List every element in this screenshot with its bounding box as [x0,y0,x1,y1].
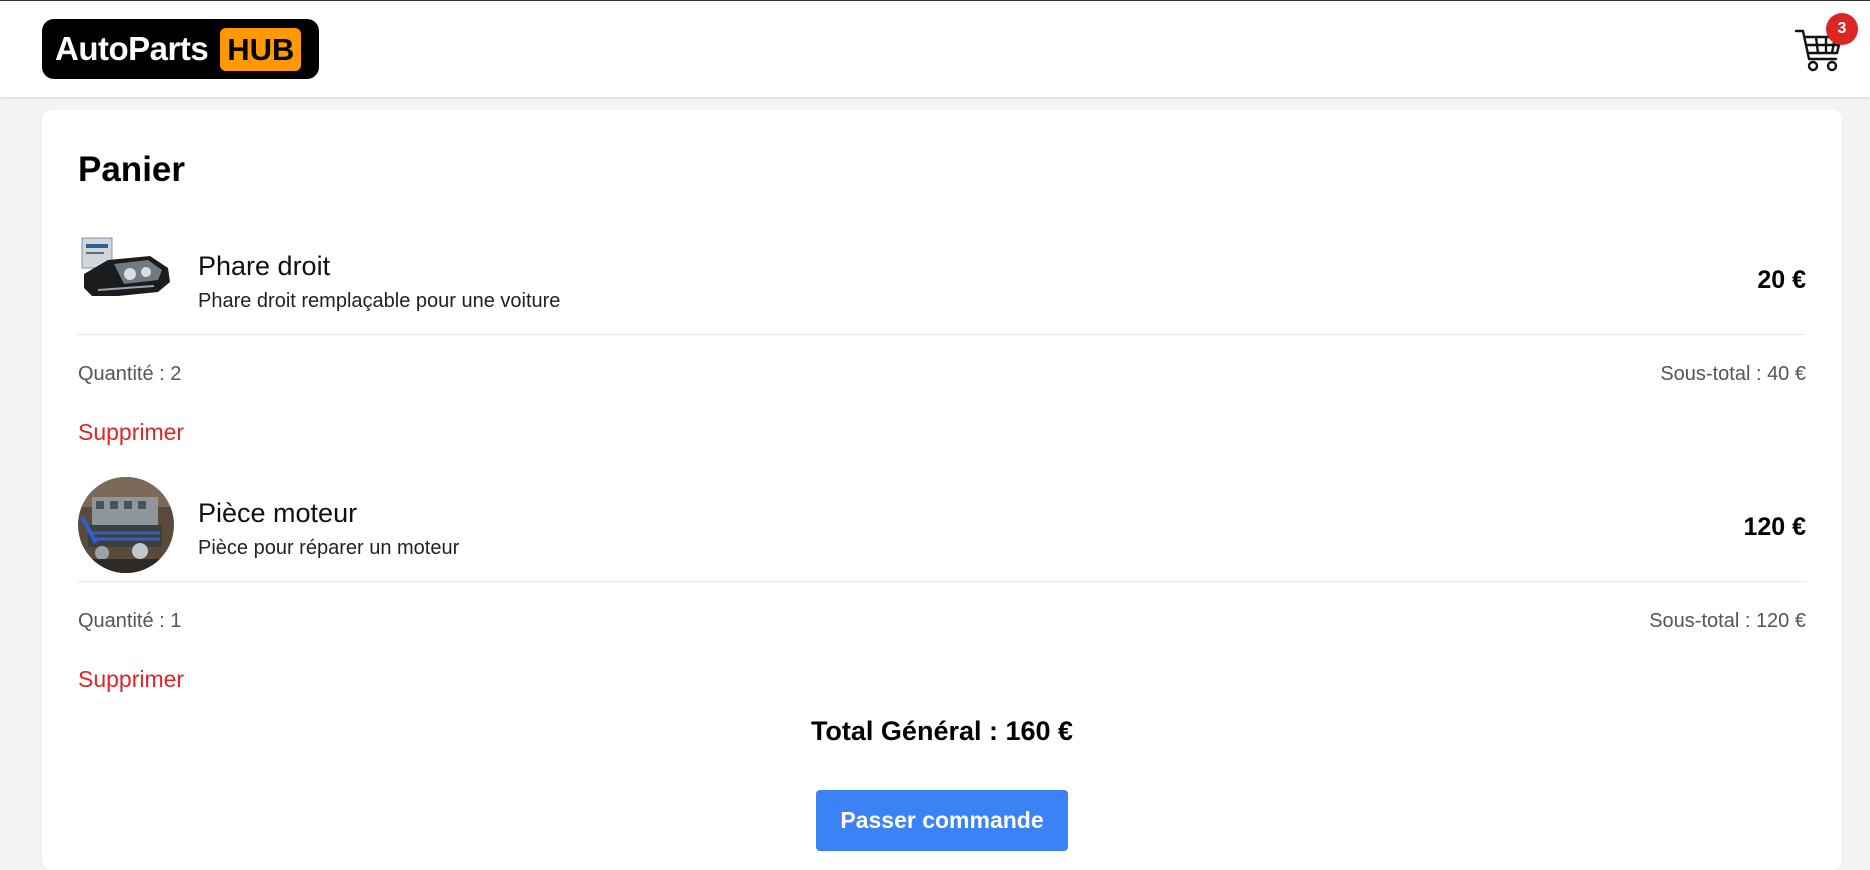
cart-button[interactable]: 3 [1790,13,1858,77]
cart-item-row: Phare droit Phare droit remplaçable pour… [78,224,1806,335]
logo[interactable]: AutoParts HUB [42,19,319,79]
item-name: Pièce moteur [198,498,358,528]
item-price: 20 € [1757,266,1806,294]
item-quantity: Quantité : 2 [78,363,182,385]
item-name: Phare droit [198,251,331,281]
cart-item: Phare droit Phare droit remplaçable pour… [78,224,1806,445]
cart-count-badge: 3 [1826,13,1858,45]
checkout-button[interactable]: Passer commande [816,790,1068,851]
cart-card: Panier Phare droit Phare droit remplaçab… [42,110,1842,870]
item-price: 120 € [1743,513,1806,541]
item-description: Pièce pour réparer un moteur [198,537,460,559]
quantity-row: Quantité : 2 Sous-total : 40 € Supprimer [78,335,1806,445]
remove-item-button[interactable]: Supprimer [78,666,184,693]
cart-item-row: Pièce moteur Pièce pour réparer un moteu… [78,471,1806,582]
product-image-headlight [78,230,174,326]
site-header: AutoParts HUB 3 [0,1,1870,97]
item-quantity: Quantité : 1 [78,610,182,632]
remove-item-button[interactable]: Supprimer [78,419,184,446]
cart-item: Pièce moteur Pièce pour réparer un moteu… [78,471,1806,692]
quantity-row: Quantité : 1 Sous-total : 120 € Supprime… [78,582,1806,692]
item-description: Phare droit remplaçable pour une voiture [198,290,561,312]
logo-text: AutoParts [55,30,209,67]
item-subtotal: Sous-total : 120 € [1649,610,1806,632]
page-title: Panier [78,150,185,189]
item-subtotal: Sous-total : 40 € [1660,363,1806,385]
product-image-engine [78,477,174,573]
logo-badge: HUB [220,27,302,71]
grand-total: Total Général : 160 € [810,716,1074,746]
